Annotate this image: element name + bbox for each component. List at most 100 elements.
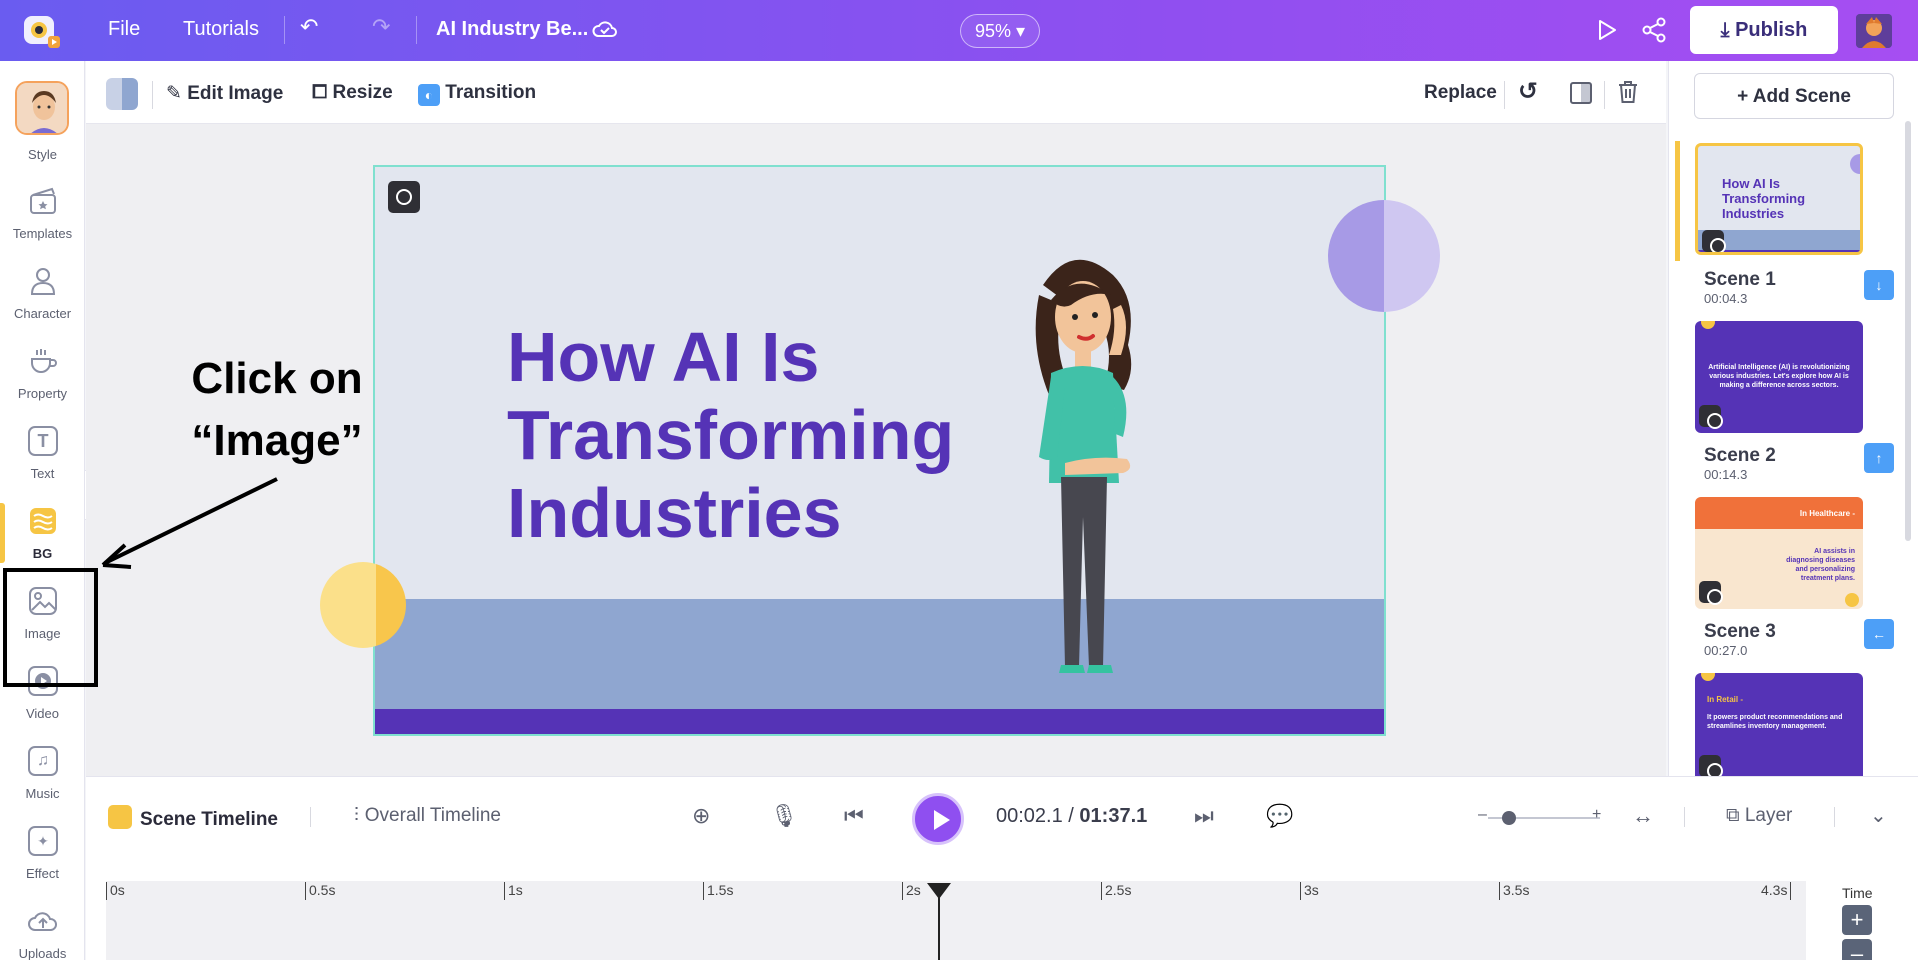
edit-image-button[interactable]: ✎ Edit Image [166,82,283,105]
replace-button[interactable]: Replace [1424,82,1497,104]
scene-thumbnail-2[interactable]: Artificial Intelligence (AI) is revoluti… [1695,321,1863,433]
tab-label: Overall Timeline [364,805,501,826]
time-readout: 00:02.1 / 01:37.1 [996,805,1147,828]
sidebar-item-music[interactable]: ♫ Music [0,746,85,826]
sidebar-item-uploads[interactable]: Uploads [0,906,85,960]
scenes-scrollbar[interactable] [1905,121,1911,541]
timeline-panel: Scene Timeline ⫶ Overall Timeline ⊕ 🎙 ⏮ 0… [86,776,1918,960]
thumb-text: It powers product recommendations and st… [1707,714,1843,730]
scene-thumbnail-1[interactable]: How AI Is Transforming Industries [1695,143,1863,255]
sidebar-label: Property [17,386,68,401]
decor-circle-purple [1328,200,1440,312]
divider [310,807,311,827]
redo-icon[interactable]: ↷ [372,14,390,40]
headline-line: Industries [507,474,842,552]
thumb-title: In Healthcare - [1799,509,1855,518]
user-avatar[interactable] [1856,14,1892,48]
preview-play-icon[interactable] [1596,18,1618,47]
download-icon: ⤓ [1720,19,1730,41]
subtitles-icon[interactable]: 💬 [1266,803,1293,829]
tutorial-annotation: Click on “Image” [182,348,372,472]
thumb-title: In Retail - [1707,695,1744,704]
zoom-to-fit-icon[interactable]: ⊕ [692,803,710,829]
scene-thumbnail-3[interactable]: In Healthcare - AI assists in diagnosing… [1695,497,1863,609]
collapse-chevron-icon[interactable]: ⌄ [1870,803,1887,828]
zoom-plus-icon: + [1592,806,1602,823]
time-tick: 3s [1300,882,1319,900]
time-zoom-out-button[interactable]: – [1842,939,1872,960]
trash-icon[interactable] [1616,79,1640,110]
zoom-value: 95% [974,21,1011,41]
layer-button[interactable]: ⧉ Layer [1726,805,1792,827]
color-swatch[interactable] [106,78,138,110]
share-icon[interactable] [1642,17,1666,48]
resize-button[interactable]: ⧠ Resize [312,82,393,104]
time-tick: 1.5s [703,882,733,900]
scene-transition-up-icon[interactable]: ↑ [1864,443,1894,473]
selected-scene-indicator [1675,141,1680,261]
microphone-icon[interactable]: 🎙 [770,803,798,829]
scene-headline[interactable]: How AI Is Transforming Industries [507,318,1027,552]
add-scene-button[interactable]: + Add Scene [1694,73,1894,119]
thumb-title: How AI Is Transforming Industries [1722,176,1806,221]
tab-scene-timeline[interactable]: Scene Timeline [108,805,278,831]
current-time: 00:02.1 [996,805,1063,827]
upload-cloud-icon [28,906,58,936]
sidebar-item-effect[interactable]: ✦ Effect [0,826,85,906]
scene-duration: 00:14.3 [1704,467,1748,482]
scene-thumbnail-4[interactable]: In Retail - It powers product recommenda… [1695,673,1863,776]
undo-icon[interactable]: ↶ [300,14,318,40]
screenshot-icon [1699,405,1723,429]
woman-character[interactable] [1003,245,1163,685]
skip-back-icon[interactable]: ⏮ [844,803,864,829]
sidebar-item-character[interactable]: Character [0,266,85,346]
time-zoom-in-button[interactable]: + [1842,905,1872,935]
flip-icon[interactable] [1570,82,1592,104]
divider [1684,807,1685,827]
play-button[interactable] [912,793,964,845]
text-icon: T [28,426,58,456]
sidebar-item-templates[interactable]: Templates [0,186,85,266]
playhead-line [938,892,940,960]
divider [1504,81,1505,109]
tutorials-menu[interactable]: Tutorials [183,18,259,41]
transition-button[interactable]: ◐ Transition [418,82,536,106]
scene-transition-down-icon[interactable]: ↓ [1864,270,1894,300]
rotate-reset-icon[interactable]: ↺ [1518,77,1538,106]
time-tick: 1s [504,882,523,900]
timeline-zoom-slider[interactable]: – + [1478,806,1601,825]
scene-transition-left-icon[interactable]: ← [1864,619,1894,649]
templates-icon [28,186,58,216]
layers-icon: ⧉ [1726,805,1740,826]
app-logo-icon[interactable] [22,12,62,50]
transition-label: Transition [445,82,537,103]
project-title[interactable]: AI Industry Be... [436,18,588,41]
annotation-line: “Image” [191,416,363,465]
sidebar-item-text[interactable]: T Text [0,426,85,506]
publish-label: Publish [1735,19,1808,41]
timeline-track[interactable] [106,881,1806,960]
thumb-text: AI assists in diagnosing diseases and pe… [1786,548,1855,582]
zoom-dropdown[interactable]: 95% ▾ [960,14,1040,48]
screenshot-icon[interactable] [388,181,420,213]
scene-name: Scene 2 [1704,445,1776,466]
transition-icon: ◐ [418,84,440,106]
publish-button[interactable]: ⤓ Publish [1690,6,1838,54]
sidebar-label: Effect [25,866,59,881]
slider-thumb[interactable] [1502,811,1516,825]
top-bar: File Tutorials ↶ ↷ AI Industry Be... 95%… [0,0,1918,61]
time-tick: 3.5s [1499,882,1529,900]
sidebar-label: Video [25,706,59,721]
sidebar-label: Style [28,147,57,162]
file-menu[interactable]: File [108,18,140,41]
sidebar-item-style[interactable]: Style [0,61,85,162]
fit-width-icon[interactable]: ↔ [1632,803,1654,829]
time-tick: 0s [106,882,125,900]
skip-forward-icon[interactable]: ⏭ [1194,803,1214,829]
time-tick: 2.5s [1101,882,1131,900]
sidebar-label: Music [25,786,60,801]
sidebar-item-property[interactable]: Property [0,346,85,426]
scenes-panel: + Add Scene How AI Is Transforming Indus… [1668,61,1918,776]
tab-overall-timeline[interactable]: ⫶ Overall Timeline [354,805,501,827]
scene-duration: 00:04.3 [1704,291,1748,306]
